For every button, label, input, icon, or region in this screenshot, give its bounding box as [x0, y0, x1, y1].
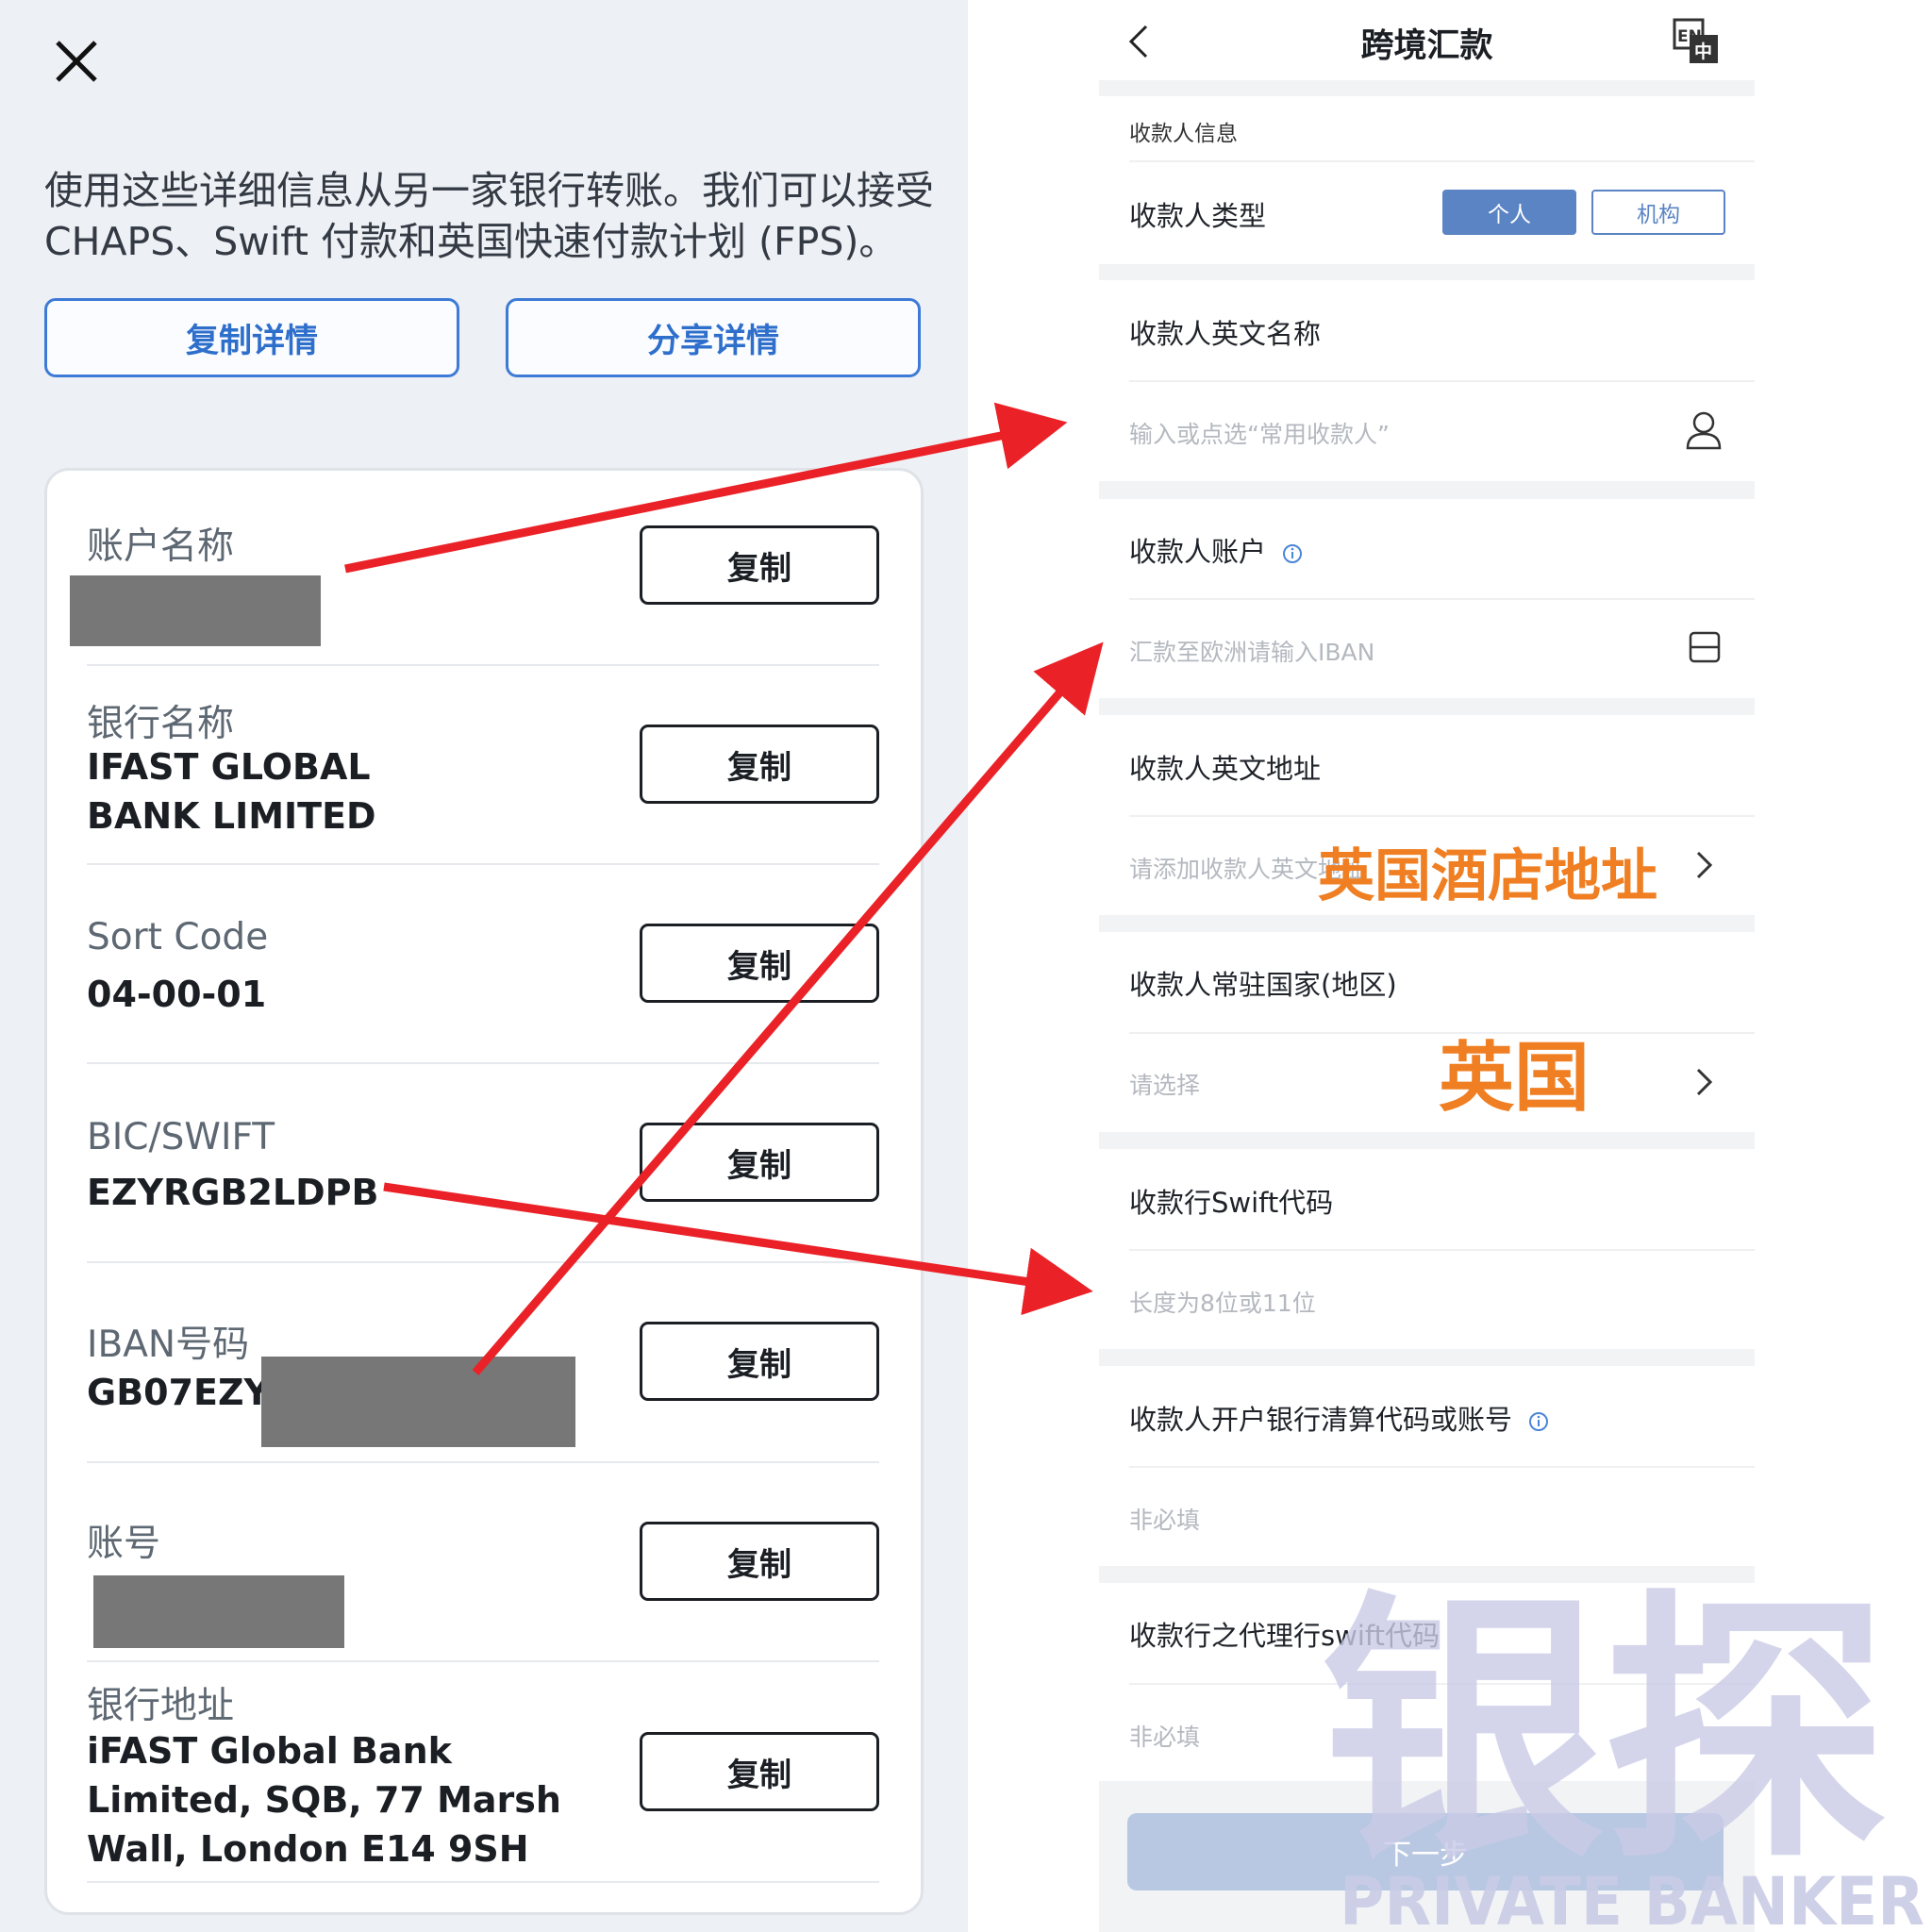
- section-gap: [1099, 1132, 1755, 1149]
- redacted-iban: [261, 1357, 575, 1447]
- bank-address-value: iFAST Global Bank Limited, SQB, 77 Marsh…: [87, 1730, 561, 1870]
- payee-account-label: 收款人账户: [1129, 530, 1303, 570]
- iban-label: IBAN号码: [87, 1324, 250, 1366]
- clearing-code-label-text: 收款人开户银行清算代码或账号: [1129, 1404, 1513, 1436]
- copy-bic-swift-button[interactable]: 复制: [640, 1123, 879, 1202]
- copy-bank-address-button[interactable]: 复制: [640, 1732, 879, 1811]
- english-address-label: 收款人英文地址: [1129, 753, 1322, 785]
- private-banker-watermark: 银探 PRIVATE BANKER: [1321, 1568, 1924, 1932]
- close-icon[interactable]: [53, 38, 100, 85]
- copy-bank-name-button[interactable]: 复制: [640, 724, 879, 804]
- bank-name-label: 银行名称: [87, 703, 235, 745]
- section-gap: [1099, 264, 1755, 280]
- copy-account-number-button[interactable]: 复制: [640, 1522, 879, 1601]
- payee-type-institution-option[interactable]: 机构: [1591, 190, 1725, 235]
- agent-swift-input[interactable]: 非必填: [1129, 1719, 1200, 1753]
- account-number-label: 账号: [87, 1523, 161, 1565]
- payee-type-individual-option[interactable]: 个人: [1442, 190, 1576, 235]
- page-title: 跨境汇款: [1360, 27, 1493, 65]
- section-gap: [1099, 80, 1755, 96]
- separator: [1129, 160, 1755, 162]
- payee-account-input[interactable]: 汇款至欧洲请输入IBAN: [1129, 634, 1374, 668]
- separator: [1129, 598, 1755, 600]
- resident-country-label: 收款人常驻国家(地区): [1129, 969, 1397, 1001]
- copy-iban-button[interactable]: 复制: [640, 1322, 879, 1401]
- section-gap: [1099, 1349, 1755, 1366]
- copy-account-name-button[interactable]: 复制: [640, 525, 879, 605]
- bank-address-label: 银行地址: [87, 1685, 235, 1727]
- section-gap: [1099, 915, 1755, 932]
- separator: [1129, 815, 1755, 817]
- divider: [87, 1881, 879, 1883]
- separator: [1129, 380, 1755, 382]
- watermark-chinese: 银探: [1321, 1568, 1887, 1897]
- clearing-code-input[interactable]: 非必填: [1129, 1502, 1200, 1536]
- redacted-account-number: [93, 1575, 344, 1648]
- divider: [87, 664, 879, 666]
- account-name-label: 账户名称: [87, 525, 235, 568]
- chevron-right-icon[interactable]: [1692, 1065, 1717, 1099]
- divider: [87, 863, 879, 865]
- copy-sort-code-button[interactable]: 复制: [640, 924, 879, 1003]
- copy-details-button[interactable]: 复制详情: [44, 298, 459, 377]
- english-name-input[interactable]: 输入或点选“常用收款人”: [1129, 416, 1390, 450]
- account-details-panel: 使用这些详细信息从另一家银行转账。我们可以接受CHAPS、Swift 付款和英国…: [0, 0, 968, 1932]
- swift-code-label: 收款行Swift代码: [1129, 1187, 1334, 1219]
- info-icon[interactable]: [1282, 543, 1303, 564]
- contact-person-icon[interactable]: [1685, 410, 1723, 450]
- language-switch-icon[interactable]: EN 中: [1672, 17, 1721, 66]
- bic-swift-label: BIC/SWIFT: [87, 1116, 275, 1158]
- info-icon[interactable]: [1528, 1411, 1549, 1432]
- bank-name-value: IFAST GLOBAL BANK LIMITED: [87, 746, 376, 837]
- payee-info-section-title: 收款人信息: [1129, 122, 1238, 146]
- chevron-right-icon[interactable]: [1692, 848, 1717, 882]
- english-name-label: 收款人英文名称: [1129, 318, 1322, 350]
- separator: [1129, 1466, 1755, 1468]
- svg-text:中: 中: [1694, 41, 1712, 62]
- swift-code-input[interactable]: 长度为8位或11位: [1129, 1285, 1316, 1319]
- separator: [1129, 1249, 1755, 1251]
- bic-swift-value: EZYRGB2LDPB: [87, 1172, 379, 1213]
- divider: [87, 1062, 879, 1064]
- sort-code-value: 04-00-01: [87, 974, 267, 1015]
- divider: [87, 1461, 879, 1463]
- clearing-code-label: 收款人开户银行清算代码或账号: [1129, 1398, 1549, 1438]
- redacted-account-name: [70, 575, 321, 646]
- payee-account-label-text: 收款人账户: [1129, 536, 1267, 568]
- section-gap: [1099, 698, 1755, 715]
- share-details-button[interactable]: 分享详情: [506, 298, 921, 377]
- sort-code-label: Sort Code: [87, 916, 269, 958]
- section-gap: [1099, 481, 1755, 499]
- divider: [87, 1261, 879, 1263]
- uk-annotation: 英国: [1439, 1034, 1590, 1122]
- resident-country-select[interactable]: 请选择: [1129, 1067, 1200, 1101]
- intro-text: 使用这些详细信息从另一家银行转账。我们可以接受CHAPS、Swift 付款和英国…: [44, 168, 934, 264]
- divider: [87, 1660, 879, 1662]
- payee-type-label: 收款人类型: [1129, 200, 1267, 232]
- scan-icon[interactable]: [1688, 630, 1722, 664]
- watermark-english: PRIVATE BANKER: [1340, 1863, 1924, 1932]
- hotel-address-annotation: 英国酒店地址: [1318, 843, 1657, 909]
